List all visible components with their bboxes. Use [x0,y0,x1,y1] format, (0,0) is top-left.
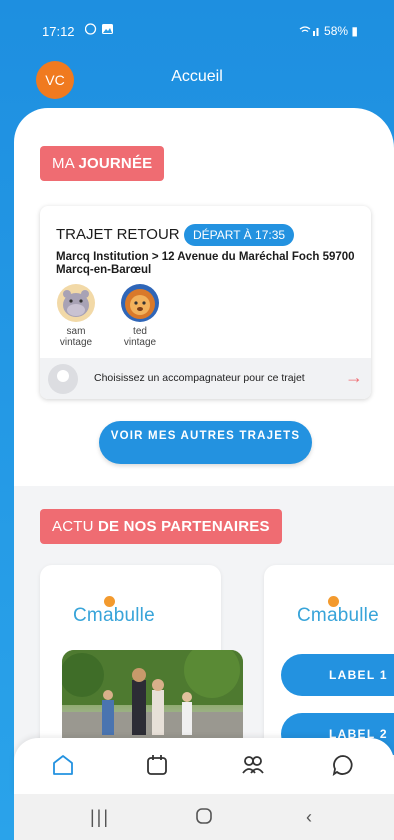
home-icon[interactable] [50,752,76,778]
companion-placeholder-icon [48,364,78,394]
child-last-name: vintage [123,337,157,348]
child-sam[interactable]: sam vintage [46,284,106,348]
child-first-name: sam [66,326,86,337]
partner-logo-text: Cmabulle [73,605,155,626]
child-ted[interactable]: ted vintage [110,284,170,348]
trip-route: Marcq Institution > 12 Avenue du Marécha… [56,251,355,276]
my-day-tag: MA JOURNÉE [40,146,165,181]
partner-photo [62,650,243,750]
home-system-icon[interactable] [195,807,213,830]
chat-icon[interactable] [330,752,356,778]
more-trips-button[interactable]: VOIR MES AUTRES TRAJETS [99,421,312,464]
label-1-button[interactable]: LABEL 1 [281,654,394,696]
hippo-avatar-icon [57,284,95,322]
companion-prompt: Choisissez un accompagnateur pour ce tra… [94,372,305,384]
bottom-nav [14,738,394,794]
system-status: 58% ▮ [299,24,358,38]
trip-title: TRAJET RETOUR [56,226,180,243]
partner-logo-text: Cmabulle [297,605,379,626]
departure-badge: DÉPART À 17:35 [184,224,295,246]
partners-tag-prefix: ACTU [52,518,94,535]
battery-icon: ▮ [351,24,358,38]
whatsapp-icon [84,23,113,35]
battery-level: 58% [324,24,349,38]
status-time: 17:12 [42,24,75,39]
notification-icons [84,23,115,38]
back-icon[interactable]: ‹ [306,807,312,828]
cmabulle-logo: Cmabulle [297,596,379,627]
trip-card[interactable]: TRAJET RETOUR DÉPART À 17:35 Marcq Insti… [40,206,371,399]
arrow-right-icon[interactable]: → [345,367,363,388]
lion-avatar-icon [121,284,159,322]
group-icon[interactable] [240,752,266,778]
app-screen: 17:12 58% ▮ VC Accueil MA JOURNÉE TRAJET… [0,0,394,840]
system-nav-bar: ||| ‹ [14,794,394,840]
child-last-name: vintage [59,337,93,348]
my-day-tag-bold: JOURNÉE [78,155,153,172]
my-day-tag-prefix: MA [52,155,75,172]
cmabulle-logo: Cmabulle [73,596,155,627]
companion-row[interactable]: Choisissez un accompagnateur pour ce tra… [40,358,371,399]
calendar-icon[interactable] [144,752,170,778]
label-1-text: LABEL 1 [329,668,388,682]
wifi-signal-icon [299,26,319,36]
child-first-name: ted [133,326,147,337]
page-title: Accueil [171,68,223,85]
status-bar: 17:12 58% ▮ [0,0,394,48]
partners-tag: ACTU DE NOS PARTENAIRES [40,509,282,544]
recent-apps-icon[interactable]: ||| [90,807,110,828]
partners-tag-bold: DE NOS PARTENAIRES [98,518,270,535]
more-trips-label: VOIR MES AUTRES TRAJETS [110,430,301,442]
